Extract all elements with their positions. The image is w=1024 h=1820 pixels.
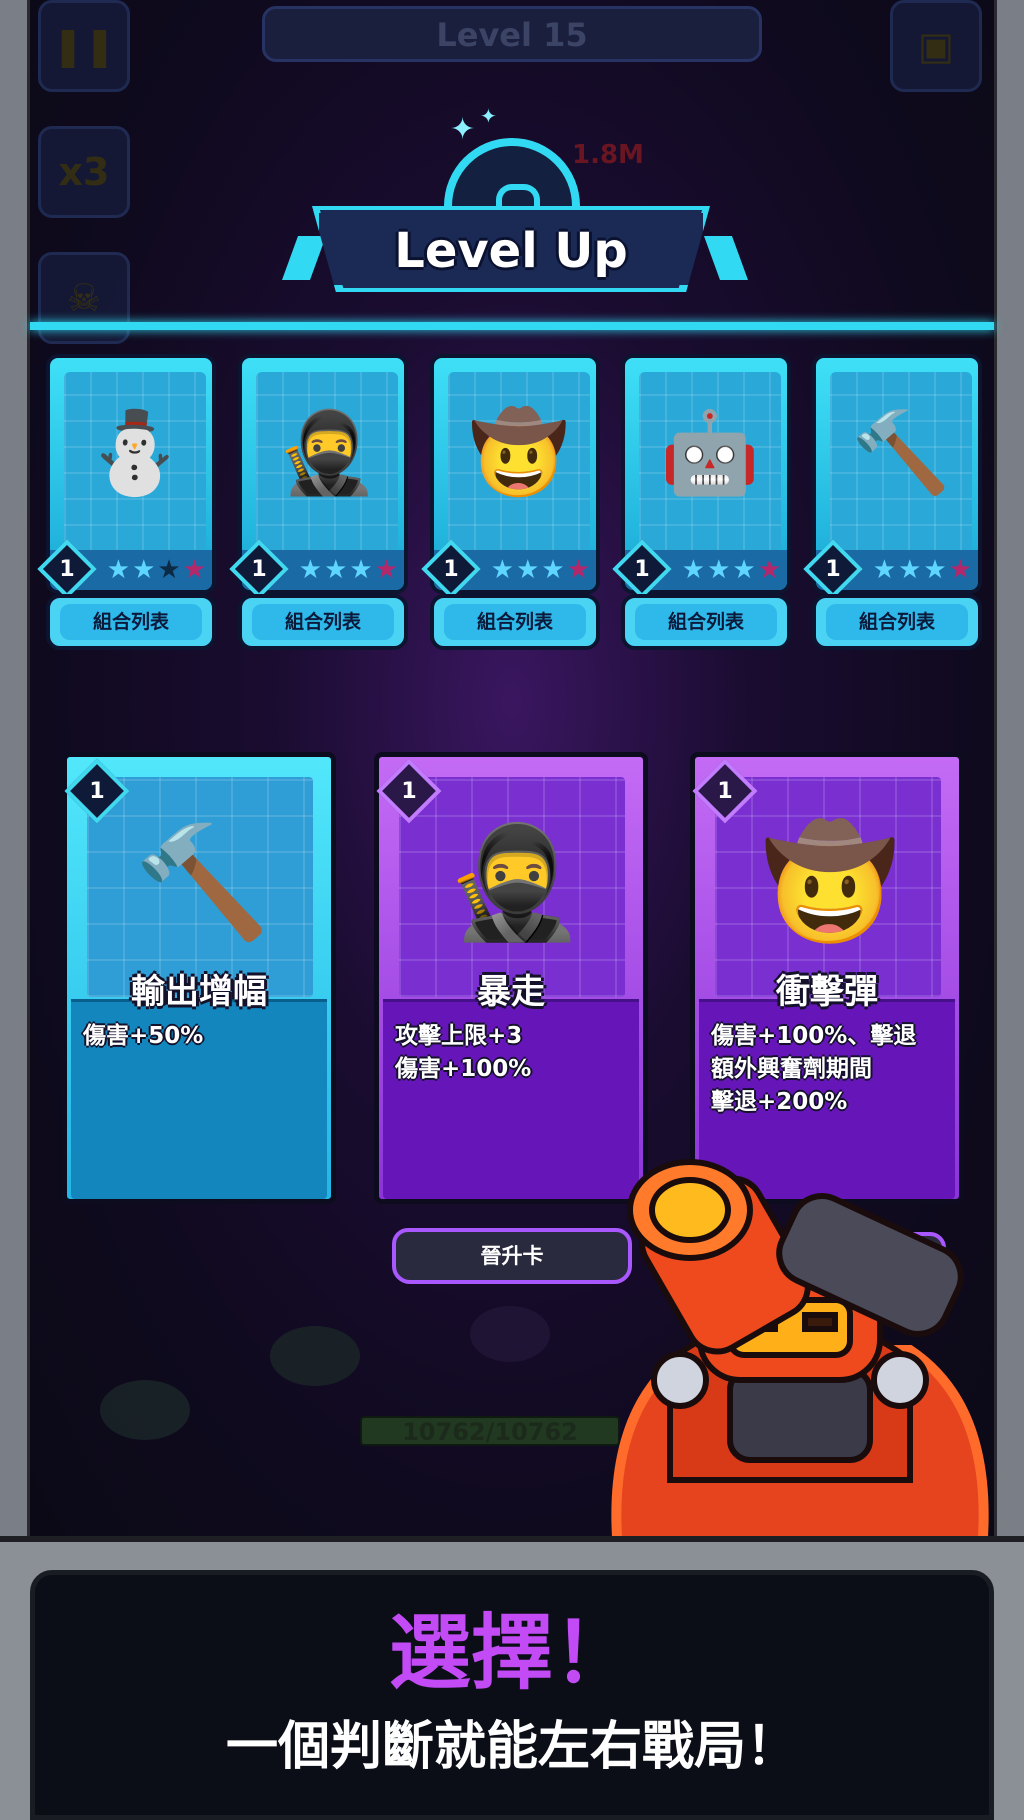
- caption-subtitle: 一個判斷就能左右戰局！: [225, 1717, 798, 1777]
- cannon-robot-mascot: [611, 1159, 989, 1570]
- star-icon: ★: [182, 555, 206, 585]
- sparkle-small-icon: ✦: [480, 104, 497, 128]
- hammer-knight-hero-icon: 🔨: [851, 406, 951, 499]
- skill-title: 衝擊彈: [776, 972, 878, 1012]
- star-icon: ★: [872, 555, 897, 585]
- skill-effect-line: 傷害+50%: [83, 1023, 204, 1049]
- star-icon: ★: [349, 555, 373, 585]
- skill-level: 1: [89, 778, 105, 804]
- skull-button[interactable]: ☠: [38, 252, 130, 344]
- hero-level: 1: [59, 556, 75, 582]
- speed-button[interactable]: x3: [38, 126, 130, 218]
- combo-list-label: 組合列表: [476, 611, 553, 633]
- skill-effect-line: 額外興奮劑期間: [711, 1056, 872, 1082]
- combo-list-button[interactable]: 組合列表: [238, 594, 408, 650]
- star-icon: ★: [757, 555, 781, 585]
- enemy-silhouette: [470, 1306, 550, 1362]
- banner-divider: [30, 322, 994, 330]
- pause-button[interactable]: ❚❚: [38, 0, 130, 92]
- cannon-robot-hero-icon: 🤖: [660, 406, 760, 499]
- hero-slot-cowboy-hero[interactable]: 🤠 ★ ★ ★ ★ 1 組合列表: [421, 354, 600, 650]
- skill-choice-card[interactable]: 🤠 傷害+100%、擊退 額外興奮劑期間 擊退+200% 衝擊彈 1: [690, 752, 964, 1204]
- pause-icon: ❚❚: [52, 24, 116, 68]
- combo-list-button[interactable]: 組合列表: [812, 594, 982, 650]
- hero-level: 1: [251, 556, 267, 582]
- sparkle-icon: ✦: [450, 112, 476, 147]
- star-icon: ★: [516, 555, 540, 585]
- star-icon: ★: [541, 555, 565, 585]
- card-icon: ▣: [918, 24, 954, 68]
- combo-list-button[interactable]: 組合列表: [621, 594, 791, 650]
- star-icon: ★: [898, 555, 922, 585]
- hero-level: 1: [825, 556, 841, 582]
- hero-slot-cannon-robot-hero[interactable]: 🤖 ★ ★ ★ ★ 1 組合列表: [612, 354, 791, 650]
- combo-list-label: 組合列表: [284, 611, 361, 633]
- combo-list-button[interactable]: 組合列表: [46, 594, 216, 650]
- level-indicator: Level 15: [262, 6, 762, 62]
- skill-art-icon: 🔨: [133, 817, 271, 946]
- star-icon: ★: [566, 555, 590, 585]
- skill-effect-line: 傷害+100%: [395, 1056, 532, 1082]
- skill-description-box: 傷害+50%: [71, 999, 327, 1199]
- skill-description: 攻擊上限+3 傷害+100%: [395, 1020, 531, 1086]
- combo-list-label: 組合列表: [858, 611, 935, 633]
- skill-title: 暴走: [477, 972, 545, 1012]
- star-icon: ★: [324, 555, 348, 585]
- star-icon: ★: [374, 555, 398, 585]
- level-up-title: Level Up: [394, 223, 628, 279]
- skill-level: 1: [717, 778, 733, 804]
- level-label: Level 15: [436, 16, 588, 54]
- skill-title: 輸出增幅: [131, 972, 267, 1012]
- skill-art-icon: 🤠: [761, 817, 899, 946]
- hero-level: 1: [634, 556, 650, 582]
- star-icon: ★: [106, 555, 131, 585]
- star-icon: ★: [132, 555, 156, 585]
- hero-slot-snowman-hero[interactable]: ⛄ ★ ★ ★ ★ 1 組合列表: [37, 354, 216, 650]
- star-icon: ★: [948, 555, 972, 585]
- skill-effect-line: 傷害+100%、擊退: [711, 1023, 917, 1049]
- frame-left-edge: [0, 0, 30, 1560]
- skill-choice-card[interactable]: 🥷 攻擊上限+3 傷害+100% 暴走 1: [374, 752, 648, 1204]
- skill-effect-line: 擊退+200%: [711, 1089, 848, 1115]
- hero-level: 1: [443, 556, 459, 582]
- skill-effect-line: 攻擊上限+3: [395, 1023, 523, 1049]
- combo-list-label: 組合列表: [92, 611, 169, 633]
- enemy-silhouette: [270, 1326, 360, 1386]
- skill-level: 1: [401, 778, 417, 804]
- damage-popup: 1.8M: [572, 140, 644, 170]
- skill-description: 傷害+100%、擊退 額外興奮劑期間 擊退+200%: [711, 1020, 916, 1119]
- speed-label: x3: [58, 150, 110, 194]
- ninja-hero-icon: 🥷: [277, 406, 377, 499]
- star-icon: ★: [681, 555, 706, 585]
- star-icon: ★: [923, 555, 947, 585]
- star-icon: ★: [732, 555, 756, 585]
- snowman-hero-icon: ⛄: [85, 406, 185, 499]
- enemy-silhouette: [100, 1380, 190, 1440]
- combo-list-button[interactable]: 組合列表: [430, 594, 600, 650]
- card-deck-button[interactable]: ▣: [890, 0, 982, 92]
- hero-slot-ninja-hero[interactable]: 🥷 ★ ★ ★ ★ 1 組合列表: [229, 354, 408, 650]
- combo-list-label: 組合列表: [667, 611, 744, 633]
- cowboy-hero-icon: 🤠: [469, 406, 569, 499]
- caption-title: 選擇！: [388, 1606, 635, 1701]
- skill-choice-card[interactable]: 🔨 傷害+50% 輸出增幅 1: [62, 752, 336, 1204]
- skill-art-icon: 🥷: [445, 817, 583, 946]
- star-icon: ★: [157, 555, 181, 585]
- skill-description: 傷害+50%: [83, 1020, 203, 1053]
- hero-slot-hammer-knight-hero[interactable]: 🔨 ★ ★ ★ ★ 1 組合列表: [803, 354, 982, 650]
- star-icon: ★: [490, 555, 515, 585]
- star-icon: ★: [298, 555, 323, 585]
- star-icon: ★: [707, 555, 731, 585]
